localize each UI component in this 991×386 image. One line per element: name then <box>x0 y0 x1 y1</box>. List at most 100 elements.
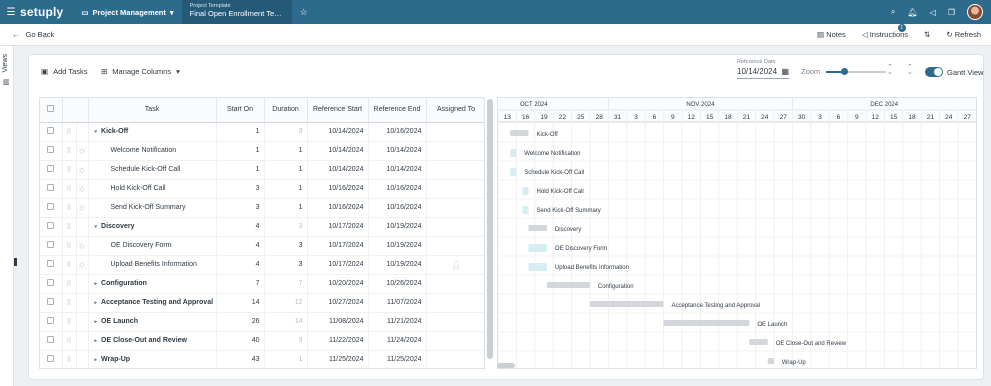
row-select-cell[interactable] <box>40 293 63 313</box>
duration-cell[interactable]: 3 <box>264 236 308 256</box>
go-back-button[interactable]: ← Go Back <box>12 30 54 39</box>
grid-scroll-thumb[interactable] <box>487 99 493 359</box>
assigned-to-cell[interactable] <box>426 350 484 368</box>
toggle-switch[interactable] <box>925 67 943 77</box>
column-header-start-on[interactable]: Start On <box>216 98 265 123</box>
start-on-cell[interactable]: 3 <box>216 179 265 199</box>
column-header-duration[interactable]: Duration <box>264 98 308 123</box>
row-checkbox[interactable] <box>47 222 55 229</box>
grid-vertical-scrollbar[interactable] <box>487 99 493 359</box>
table-row[interactable]: ⠿ ◇ Schedule Kick-Off Call 1 1 10/14/2024 10/1… <box>40 160 484 180</box>
row-checkbox[interactable] <box>47 336 55 343</box>
panel-resize-handle[interactable] <box>14 258 17 266</box>
start-on-cell[interactable]: 43 <box>216 350 265 368</box>
expand-caret-icon[interactable]: ▸ <box>95 357 98 363</box>
task-bar[interactable] <box>528 225 547 231</box>
assigned-to-cell[interactable] <box>426 236 484 256</box>
task-name-cell[interactable]: ▸ Configuration <box>88 274 217 294</box>
drag-handle-icon[interactable]: ⠿ <box>62 122 77 142</box>
avatar[interactable] <box>967 4 983 20</box>
start-on-cell[interactable]: 1 <box>216 141 265 161</box>
gantt-horizontal-scrollbar[interactable] <box>497 363 515 368</box>
row-checkbox[interactable] <box>47 317 55 324</box>
row-select-cell[interactable] <box>40 141 63 161</box>
table-row[interactable]: ⠿ ◇ OE Discovery Form 4 3 10/17/2024 10/19/202… <box>40 236 484 256</box>
task-name-cell[interactable]: ▸ OE Launch <box>88 312 217 332</box>
task-bar[interactable] <box>546 282 590 288</box>
row-checkbox[interactable] <box>47 184 55 191</box>
row-checkbox[interactable] <box>47 203 55 210</box>
start-on-cell[interactable]: 1 <box>216 160 265 180</box>
menu-icon[interactable]: ☰ <box>2 7 20 18</box>
start-on-cell[interactable]: 14 <box>216 293 265 313</box>
expand-caret-icon[interactable]: ▸ <box>95 319 98 325</box>
row-select-cell[interactable] <box>40 331 63 351</box>
person-icon[interactable]: 👤︎ <box>452 262 461 269</box>
start-on-cell[interactable]: 26 <box>216 312 265 332</box>
drag-handle-icon[interactable]: ⠿ <box>62 160 77 180</box>
duration-cell[interactable]: 1 <box>264 179 308 199</box>
drag-handle-icon[interactable]: ⠿ <box>62 293 77 313</box>
duration-cell[interactable]: 1 <box>264 141 308 161</box>
task-bar[interactable] <box>510 168 517 176</box>
drag-handle-icon[interactable]: ⠿ <box>62 198 77 218</box>
table-row[interactable]: ⠿ ◇ Send Kick-Off Summary 3 1 10/16/2024 10/16… <box>40 198 484 218</box>
collapse-rows-icon[interactable]: ⌃ ⌄ <box>887 64 893 76</box>
task-bar[interactable] <box>663 320 750 326</box>
drag-handle-icon[interactable]: ⠿ <box>62 179 77 199</box>
start-on-cell[interactable]: 4 <box>216 236 265 256</box>
select-all-header[interactable] <box>40 98 63 123</box>
table-row[interactable]: ⠿ ▸ Acceptance Testing and Approval 14 12 10/… <box>40 293 484 313</box>
task-bar[interactable] <box>528 244 547 252</box>
assigned-to-cell[interactable] <box>426 217 484 237</box>
start-on-cell[interactable]: 4 <box>216 255 265 275</box>
duration-cell[interactable]: 12 <box>264 293 308 313</box>
duration-cell[interactable]: 3 <box>264 122 308 142</box>
drag-handle-icon[interactable]: ⠿ <box>62 236 77 256</box>
expand-caret-icon[interactable]: ▸ <box>95 338 98 344</box>
assigned-to-cell[interactable] <box>426 198 484 218</box>
row-select-cell[interactable] <box>40 236 63 256</box>
drag-handle-icon[interactable]: ⠿ <box>62 141 77 161</box>
select-all-checkbox[interactable] <box>47 105 55 113</box>
assigned-to-cell[interactable] <box>426 293 484 313</box>
task-name-cell[interactable]: Hold Kick-Off Call <box>88 179 217 199</box>
duration-cell[interactable]: 14 <box>264 312 308 332</box>
collapse-caret-icon[interactable]: ▾ <box>95 224 98 230</box>
bell-icon[interactable]: 🔔︎ <box>908 8 918 17</box>
row-select-cell[interactable] <box>40 198 63 218</box>
duration-cell[interactable]: 1 <box>264 160 308 180</box>
task-name-cell[interactable]: Schedule Kick-Off Call <box>88 160 217 180</box>
row-select-cell[interactable] <box>40 312 63 332</box>
assigned-to-cell[interactable] <box>426 179 484 199</box>
expand-caret-icon[interactable]: ▸ <box>95 300 98 306</box>
task-name-cell[interactable]: ▸ Acceptance Testing and Approval <box>88 293 217 313</box>
start-on-cell[interactable]: 1 <box>216 122 265 142</box>
notes-button[interactable]: ▤ Notes <box>817 30 846 39</box>
duration-cell[interactable]: 3 <box>264 217 308 237</box>
drag-handle-icon[interactable]: ⠿ <box>62 255 77 275</box>
table-row[interactable]: ⠿ ▸ Configuration 7 7 10/20/2024 10/26/2024 <box>40 274 484 294</box>
task-bar[interactable] <box>522 206 529 214</box>
row-select-cell[interactable] <box>40 255 63 275</box>
expand-caret-icon[interactable]: ▸ <box>95 281 98 287</box>
row-select-cell[interactable] <box>40 122 63 142</box>
table-row[interactable]: ⠿ ▸ Wrap-Up 43 1 11/25/2024 11/25/2024 <box>40 350 484 368</box>
start-on-cell[interactable]: 7 <box>216 274 265 294</box>
task-name-cell[interactable]: ▸ OE Close-Out and Review <box>88 331 217 351</box>
row-select-cell[interactable] <box>40 179 63 199</box>
task-bar[interactable] <box>749 339 768 345</box>
duration-cell[interactable]: 1 <box>264 350 308 368</box>
assigned-to-cell[interactable] <box>426 160 484 180</box>
zoom-slider[interactable] <box>826 67 887 75</box>
assigned-to-cell[interactable] <box>426 141 484 161</box>
calendar-icon[interactable]: ▦ <box>781 67 789 76</box>
assigned-to-cell[interactable] <box>426 331 484 351</box>
task-bar[interactable] <box>767 358 774 364</box>
column-header-reference-end[interactable]: Reference End <box>368 98 427 123</box>
swap-icon[interactable]: ⇅ <box>924 30 930 39</box>
search-icon[interactable]: ⌕ <box>891 7 895 17</box>
row-select-cell[interactable] <box>40 160 63 180</box>
views-panel[interactable]: Views ▥ <box>0 46 17 386</box>
row-checkbox[interactable] <box>47 298 55 305</box>
